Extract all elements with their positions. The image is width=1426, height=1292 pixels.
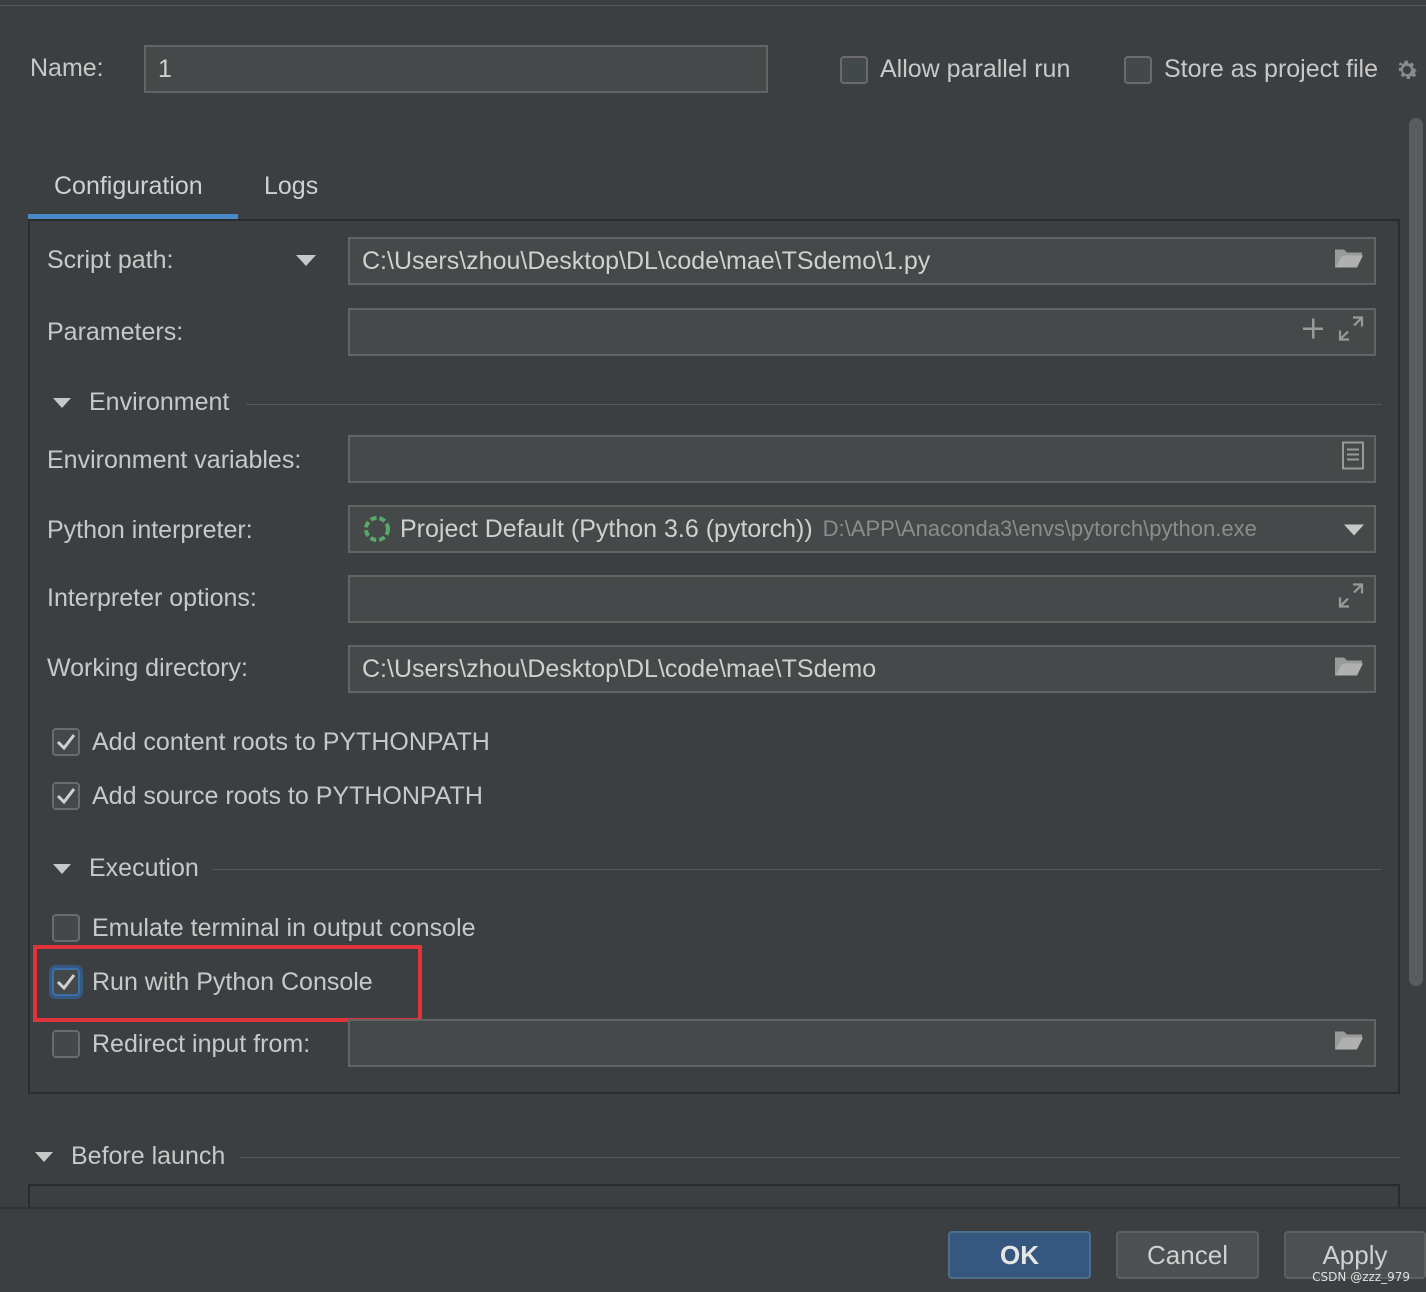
before-launch-divider <box>240 1157 1400 1158</box>
env-vars-input[interactable] <box>348 435 1376 483</box>
working-dir-input[interactable]: C:\Users\zhou\Desktop\DL\code\mae\TSdemo <box>348 645 1376 693</box>
interp-options-label: Interpreter options: <box>47 584 257 612</box>
tab-logs[interactable]: Logs <box>264 172 318 201</box>
working-dir-value: C:\Users\zhou\Desktop\DL\code\mae\TSdemo <box>362 654 877 683</box>
store-project-checkbox[interactable] <box>1124 56 1152 84</box>
execution-collapse-icon[interactable] <box>53 864 71 874</box>
interpreter-label: Python interpreter: <box>47 516 253 544</box>
environment-collapse-icon[interactable] <box>53 398 71 408</box>
interpreter-select[interactable]: Project Default (Python 3.6 (pytorch)) D… <box>348 505 1376 553</box>
name-input[interactable]: 1 <box>144 45 768 93</box>
working-dir-label: Working directory: <box>47 654 248 682</box>
chevron-down-icon[interactable] <box>296 254 316 272</box>
before-launch-collapse-icon[interactable] <box>35 1152 53 1162</box>
folder-icon[interactable] <box>1334 247 1364 276</box>
checkmark-icon <box>56 734 76 751</box>
parameters-label: Parameters: <box>47 318 184 346</box>
name-label: Name: <box>30 54 104 82</box>
before-launch-title: Before launch <box>71 1142 226 1170</box>
env-vars-label: Environment variables: <box>47 446 302 474</box>
interp-options-input[interactable] <box>348 575 1376 623</box>
interpreter-dropdown-chevron-icon[interactable] <box>1344 515 1364 544</box>
expand-icon[interactable] <box>1338 583 1364 616</box>
environment-section-title: Environment <box>89 388 230 416</box>
execution-section-title: Execution <box>89 854 199 882</box>
interpreter-name: Project Default (Python 3.6 (pytorch)) <box>400 514 813 543</box>
script-path-label: Script path: <box>47 246 174 274</box>
checkmark-icon <box>56 788 76 805</box>
store-project-label: Store as project file <box>1164 55 1378 83</box>
cancel-button[interactable]: Cancel <box>1116 1231 1259 1279</box>
redirect-input-checkbox[interactable] <box>52 1030 80 1058</box>
redirect-input-field[interactable] <box>348 1019 1376 1067</box>
plus-icon[interactable] <box>1302 318 1324 347</box>
gear-icon[interactable] <box>1393 56 1421 89</box>
highlight-annotation <box>33 945 422 1022</box>
source-roots-checkbox[interactable] <box>52 782 80 810</box>
source-roots-label: Add source roots to PYTHONPATH <box>92 782 483 810</box>
folder-icon[interactable] <box>1334 1029 1364 1058</box>
scrollbar[interactable] <box>1409 118 1423 986</box>
interpreter-path: D:\APP\Anaconda3\envs\pytorch\python.exe <box>822 516 1257 541</box>
emulate-terminal-checkbox[interactable] <box>52 914 80 942</box>
document-icon[interactable] <box>1342 441 1364 477</box>
redirect-input-label: Redirect input from: <box>92 1030 311 1058</box>
execution-divider <box>212 869 1382 870</box>
script-path-value: C:\Users\zhou\Desktop\DL\code\mae\TSdemo… <box>362 246 931 275</box>
allow-parallel-label: Allow parallel run <box>880 55 1071 83</box>
parameters-input[interactable] <box>348 308 1376 356</box>
dialog-button-bar: OK Cancel Apply CSDN @zzz_979 <box>0 1207 1426 1292</box>
expand-icon[interactable] <box>1338 316 1364 349</box>
allow-parallel-checkbox[interactable] <box>840 56 868 84</box>
tab-configuration[interactable]: Configuration <box>54 172 203 201</box>
name-value: 1 <box>158 54 172 83</box>
content-roots-checkbox[interactable] <box>52 728 80 756</box>
watermark: CSDN @zzz_979 <box>1312 1270 1410 1284</box>
emulate-terminal-label: Emulate terminal in output console <box>92 914 476 942</box>
content-roots-label: Add content roots to PYTHONPATH <box>92 728 490 756</box>
python-interpreter-icon <box>362 514 392 544</box>
top-divider <box>0 5 1426 6</box>
ok-button[interactable]: OK <box>948 1231 1091 1279</box>
environment-divider <box>246 404 1382 405</box>
folder-icon[interactable] <box>1334 655 1364 684</box>
script-path-input[interactable]: C:\Users\zhou\Desktop\DL\code\mae\TSdemo… <box>348 237 1376 285</box>
